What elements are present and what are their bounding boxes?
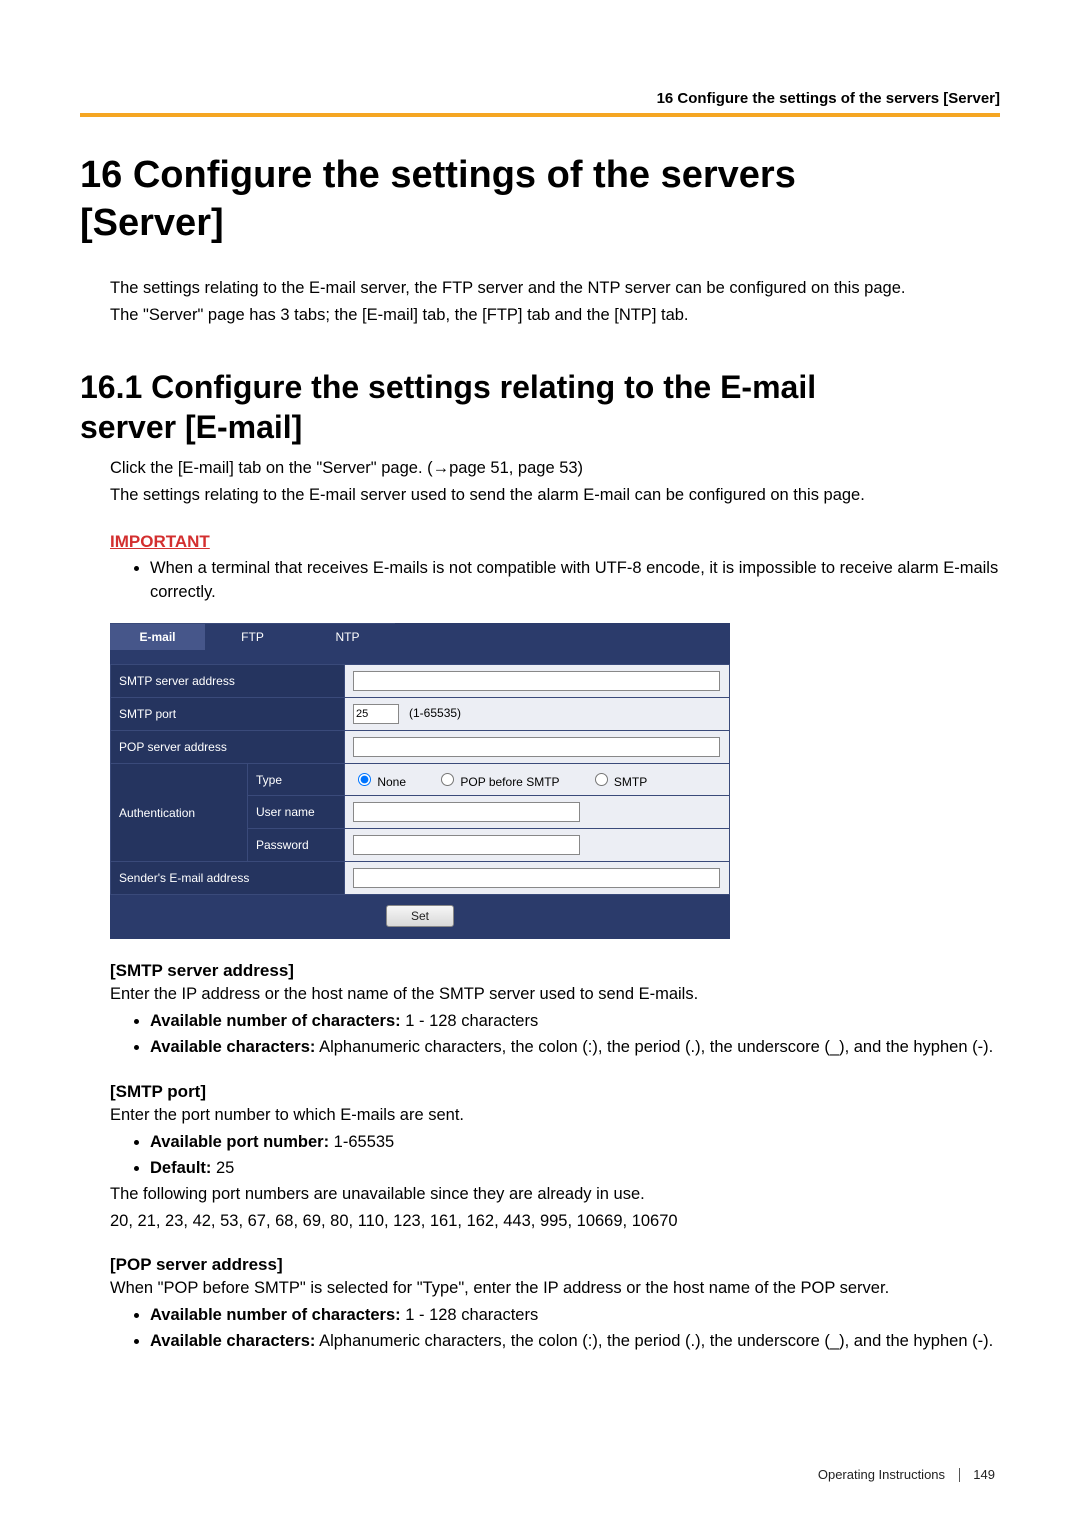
smtp-field-title: [SMTP server address] [110, 961, 1000, 981]
section-title-l1: 16.1 Configure the settings relating to … [80, 369, 816, 405]
section-p2: The settings relating to the E-mail serv… [110, 484, 1000, 507]
tab-bar: E-mail FTP NTP [110, 623, 730, 650]
user-input[interactable] [353, 802, 580, 822]
row-smtp-addr-label: SMTP server address [111, 665, 345, 698]
section-p1: Click the [E-mail] tab on the "Server" p… [110, 457, 1000, 480]
smtp-field-desc: Enter the IP address or the host name of… [110, 983, 1000, 1006]
important-bullet: When a terminal that receives E-mails is… [150, 557, 1000, 605]
sender-input[interactable] [353, 868, 720, 888]
pass-input[interactable] [353, 835, 580, 855]
important-label: IMPORTANT [110, 532, 1000, 552]
intro-p2: The "Server" page has 3 tabs; the [E-mai… [110, 304, 1000, 327]
chapter-title-l1: 16 Configure the settings of the servers [80, 154, 796, 196]
section-title-l2: server [E-mail] [80, 409, 302, 445]
footer-page: 149 [973, 1467, 995, 1482]
tab-email[interactable]: E-mail [110, 623, 205, 650]
radio-smtp[interactable]: SMTP [590, 770, 648, 789]
port-b2: Default: 25 [150, 1157, 1000, 1181]
row-auth-label: Authentication [111, 764, 248, 862]
intro-p1: The settings relating to the E-mail serv… [110, 277, 1000, 300]
port-note2: 20, 21, 23, 42, 53, 67, 68, 69, 80, 110,… [110, 1210, 1000, 1233]
row-pass-label: Password [248, 829, 345, 862]
row-pop-addr-label: POP server address [111, 731, 345, 764]
row-sender-label: Sender's E-mail address [111, 862, 345, 895]
port-b1: Available port number: 1-65535 [150, 1131, 1000, 1155]
port-field-desc: Enter the port number to which E-mails a… [110, 1104, 1000, 1127]
footer-label: Operating Instructions [818, 1467, 945, 1482]
chapter-title-l2: [Server] [80, 202, 224, 244]
section-title: 16.1 Configure the settings relating to … [80, 367, 1000, 447]
radio-none[interactable]: None [353, 770, 406, 789]
row-smtp-port-label: SMTP port [111, 698, 345, 731]
port-note1: The following port numbers are unavailab… [110, 1183, 1000, 1206]
header-rule [80, 113, 1000, 117]
pop-b2: Available characters: Alphanumeric chara… [150, 1330, 1000, 1354]
pop-addr-input[interactable] [353, 737, 720, 757]
tab-ntp[interactable]: NTP [300, 623, 395, 650]
config-panel: E-mail FTP NTP SMTP server address SMTP … [110, 623, 730, 939]
running-header: 16 Configure the settings of the servers… [80, 90, 1000, 113]
smtp-b1: Available number of characters: 1 - 128 … [150, 1010, 1000, 1034]
row-type-label: Type [248, 764, 345, 796]
tab-ftp[interactable]: FTP [205, 623, 300, 650]
radio-pop-before-smtp[interactable]: POP before SMTP [436, 770, 560, 789]
set-button[interactable]: Set [386, 905, 454, 927]
page-footer: Operating Instructions 149 [818, 1467, 995, 1482]
smtp-addr-input[interactable] [353, 671, 720, 691]
pop-b1: Available number of characters: 1 - 128 … [150, 1304, 1000, 1328]
pop-field-desc: When "POP before SMTP" is selected for "… [110, 1277, 1000, 1300]
row-user-label: User name [248, 796, 345, 829]
port-field-title: [SMTP port] [110, 1082, 1000, 1102]
pop-field-title: [POP server address] [110, 1255, 1000, 1275]
smtp-port-input[interactable] [353, 704, 399, 724]
smtp-b2: Available characters: Alphanumeric chara… [150, 1036, 1000, 1060]
chapter-title: 16 Configure the settings of the servers… [80, 152, 1000, 247]
smtp-port-range: (1-65535) [409, 706, 461, 720]
